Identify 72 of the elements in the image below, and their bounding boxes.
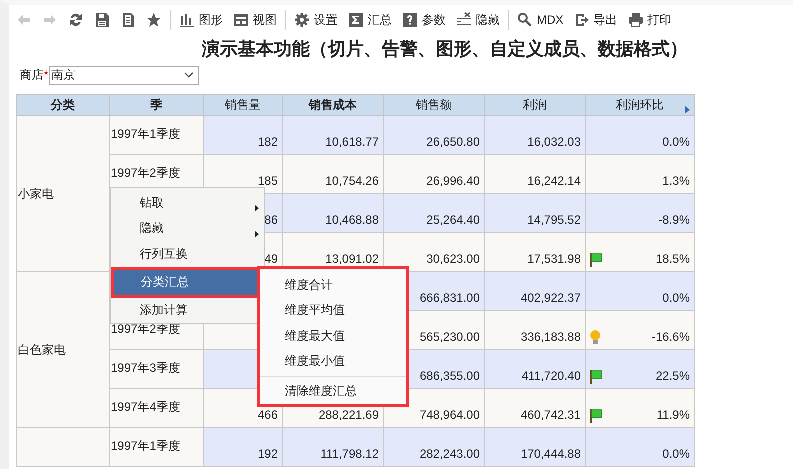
column-header: 分类: [16, 94, 110, 116]
column-header: 销售额: [384, 94, 484, 116]
table-cell: 16,032.03: [484, 116, 586, 154]
ratio-value: 18.5%: [656, 251, 690, 268]
ratio-value: -16.6%: [652, 329, 690, 346]
ratio-value: 11.9%: [656, 407, 690, 424]
export-button[interactable]: 导出: [568, 8, 623, 32]
table-cell: 170,444.88: [484, 428, 586, 466]
print-button[interactable]: 打印: [622, 8, 677, 32]
table-cell: 17,531.98: [484, 232, 586, 272]
table-cell: 111,798.12: [282, 428, 384, 466]
required-mark: *: [44, 67, 49, 84]
refresh-icon: [68, 12, 84, 28]
submenu-arrow-icon: [255, 205, 259, 212]
table-cell: 30,623.00: [384, 232, 484, 272]
bar-chart-icon: [179, 12, 195, 28]
store-select[interactable]: 南京: [48, 66, 199, 84]
report-title: 演示基本功能（切片、告警、图形、自定义成员、数据格式）: [202, 38, 689, 61]
expand-arrow-icon[interactable]: [685, 106, 690, 114]
chevron-down-icon: [184, 72, 194, 78]
table-cell: 192: [204, 428, 282, 466]
search-button[interactable]: MDX: [512, 8, 569, 32]
save-icon: [94, 12, 110, 28]
table-cell: 10,468.88: [282, 194, 384, 232]
table-cell: 411,720.40: [484, 350, 586, 388]
store-label: 商店: [20, 67, 44, 84]
ratio-value: -8.9%: [658, 212, 690, 229]
ratio-value: 1.3%: [662, 173, 690, 190]
bar-chart-button[interactable]: 图形: [174, 8, 228, 32]
ratio-value: 0.0%: [662, 446, 690, 463]
column-header: 销售成本: [282, 94, 384, 116]
quarter-cell: 1997年4季度: [110, 388, 204, 428]
column-header: 季: [110, 94, 204, 116]
layout-button[interactable]: 视图: [228, 8, 282, 32]
ratio-value: 0.0%: [662, 134, 690, 151]
category-cell: 小家电: [16, 116, 110, 272]
column-header: 销售量: [204, 94, 282, 116]
ratio-value: 22.5%: [656, 368, 690, 385]
category-cell: 白色家电: [16, 272, 110, 428]
question-icon: [402, 12, 418, 28]
table-cell: 14,795.52: [484, 194, 586, 232]
table-cell: 460,742.31: [484, 388, 586, 428]
star-icon: [146, 12, 162, 28]
settings-icon: [294, 12, 310, 28]
settings-button[interactable]: 设置: [289, 8, 343, 32]
column-header: 利润: [484, 94, 586, 116]
table-cell: 26,650.80: [384, 116, 484, 154]
quarter-cell: 1997年1季度: [110, 428, 204, 466]
table-cell: 25,264.40: [384, 194, 484, 232]
document-icon: [120, 12, 136, 28]
sigma-icon: [348, 12, 364, 28]
table-cell: 282,243.00: [384, 428, 484, 466]
sigma-button[interactable]: 汇总: [343, 8, 397, 32]
table-cell: 336,183.88: [484, 310, 586, 350]
column-header: 利润环比: [586, 94, 694, 116]
print-icon: [628, 12, 644, 28]
hide-column-icon: [456, 12, 472, 28]
quarter-cell: 1997年1季度: [110, 116, 204, 154]
table-cell: 182: [204, 116, 282, 154]
table-cell: 402,922.37: [484, 272, 586, 310]
table-cell: 10,618.77: [282, 116, 384, 154]
table-cell: 26,996.40: [384, 154, 484, 194]
submenu-arrow-icon: [255, 230, 259, 238]
table-cell: 16,242.14: [484, 154, 586, 194]
hide-column-button[interactable]: 隐藏: [451, 8, 505, 32]
question-button[interactable]: 参数: [397, 8, 451, 32]
table-cell: 10,754.26: [282, 154, 384, 194]
export-icon: [574, 12, 590, 28]
search-icon: [517, 12, 533, 28]
quarter-cell: 1997年3季度: [110, 350, 204, 388]
layout-icon: [233, 12, 249, 28]
ratio-value: 0.0%: [662, 290, 690, 307]
